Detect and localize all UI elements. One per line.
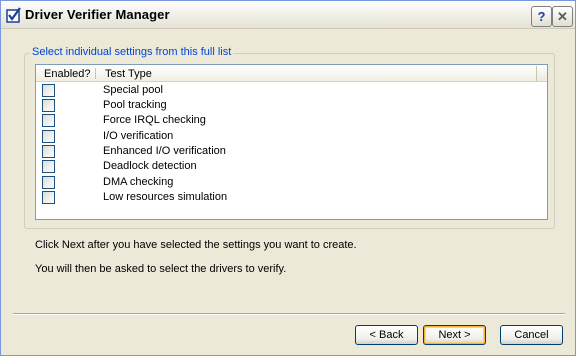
back-button[interactable]: < Back (355, 325, 418, 345)
followup-text: You will then be asked to select the dri… (35, 263, 287, 275)
column-separator[interactable] (95, 68, 96, 79)
settings-list[interactable]: Enabled? Test Type Special pool Pool tra… (35, 64, 548, 220)
list-item[interactable]: I/O verification (36, 129, 547, 144)
next-button[interactable]: Next > (423, 325, 486, 345)
test-type-label: I/O verification (103, 130, 174, 142)
test-type-label: Enhanced I/O verification (103, 145, 226, 157)
help-button[interactable]: ? (531, 6, 552, 27)
checklist-icon (6, 7, 21, 23)
enabled-checkbox[interactable] (42, 160, 55, 173)
test-type-label: Low resources simulation (103, 191, 228, 203)
test-type-label: Pool tracking (103, 99, 167, 111)
column-header-test-type[interactable]: Test Type (105, 68, 152, 80)
test-type-label: Force IRQL checking (103, 114, 206, 126)
list-item[interactable]: Low resources simulation (36, 190, 547, 205)
test-type-label: Deadlock detection (103, 160, 197, 172)
list-item[interactable]: DMA checking (36, 175, 547, 190)
list-item[interactable]: Force IRQL checking (36, 113, 547, 128)
cancel-button[interactable]: Cancel (500, 325, 563, 345)
enabled-checkbox[interactable] (42, 99, 55, 112)
enabled-checkbox[interactable] (42, 191, 55, 204)
list-item[interactable]: Enhanced I/O verification (36, 144, 547, 159)
list-item[interactable]: Pool tracking (36, 98, 547, 113)
close-button[interactable]: ✕ (552, 6, 573, 27)
divider (13, 313, 565, 315)
group-legend: Select individual settings from this ful… (30, 46, 234, 58)
test-type-label: DMA checking (103, 176, 174, 188)
enabled-checkbox[interactable] (42, 114, 55, 127)
enabled-checkbox[interactable] (42, 145, 55, 158)
list-item[interactable]: Deadlock detection (36, 159, 547, 174)
enabled-checkbox[interactable] (42, 84, 55, 97)
window-title: Driver Verifier Manager (25, 7, 170, 22)
column-header-enabled[interactable]: Enabled? (44, 68, 91, 80)
list-header: Enabled? Test Type (36, 65, 547, 82)
enabled-checkbox[interactable] (42, 130, 55, 143)
instruction-text: Click Next after you have selected the s… (35, 239, 357, 251)
driver-verifier-window: Driver Verifier Manager ? ✕ Select indiv… (0, 0, 576, 356)
test-type-label: Special pool (103, 84, 163, 96)
title-bar[interactable]: Driver Verifier Manager ? ✕ (1, 1, 575, 29)
enabled-checkbox[interactable] (42, 176, 55, 189)
list-item[interactable]: Special pool (36, 83, 547, 98)
header-filler (536, 66, 547, 81)
